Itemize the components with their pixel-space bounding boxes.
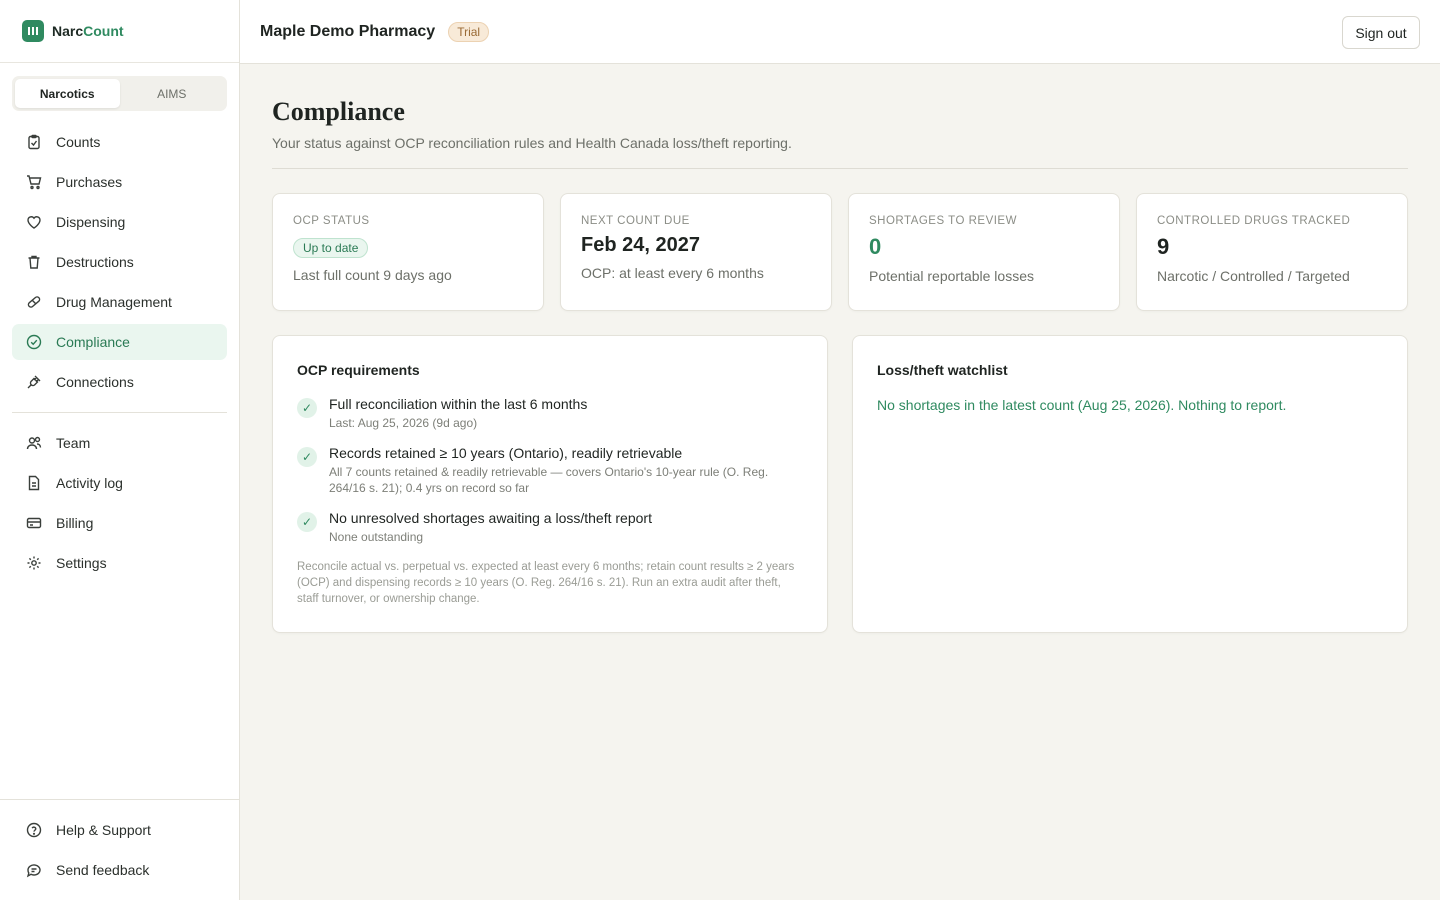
pill-icon xyxy=(24,292,44,312)
sidebar-item-billing[interactable]: Billing xyxy=(12,505,227,541)
sidebar-item-purchases[interactable]: Purchases xyxy=(12,164,227,200)
sign-out-button[interactable]: Sign out xyxy=(1342,16,1420,49)
check-circle-icon xyxy=(24,332,44,352)
main-nav: Counts Purchases Dispensing Destructions… xyxy=(12,124,227,404)
heart-icon xyxy=(24,212,44,232)
sidebar-item-label: Drug Management xyxy=(56,294,172,310)
footer-nav: Help & Support Send feedback xyxy=(12,812,227,892)
stat-cards: OCP STATUS Up to date Last full count 9 … xyxy=(272,193,1408,311)
logo-icon xyxy=(22,20,44,42)
sidebar: NarcCount Narcotics AIMS Counts Purchase… xyxy=(0,0,240,900)
ocp-requirements-panel: OCP requirements ✓ Full reconciliation w… xyxy=(272,335,828,633)
check-icon: ✓ xyxy=(297,512,317,532)
sidebar-item-activity-log[interactable]: Activity log xyxy=(12,465,227,501)
requirement-desc: Last: Aug 25, 2026 (9d ago) xyxy=(329,416,478,430)
sidebar-item-label: Connections xyxy=(56,374,134,390)
module-switcher: Narcotics AIMS xyxy=(12,76,227,111)
brand[interactable]: NarcCount xyxy=(0,0,239,63)
panel-title: Loss/theft watchlist xyxy=(877,362,1008,378)
sidebar-item-label: Activity log xyxy=(56,475,123,491)
top-header: Maple Demo Pharmacy Trial Sign out xyxy=(240,0,1440,64)
sidebar-item-label: Send feedback xyxy=(56,862,150,878)
sidebar-item-drug-management[interactable]: Drug Management xyxy=(12,284,227,320)
sidebar-item-feedback[interactable]: Send feedback xyxy=(12,852,227,888)
requirement-desc: None outstanding xyxy=(329,530,424,544)
brand-name: NarcCount xyxy=(52,23,124,39)
watchlist-message: No shortages in the latest count (Aug 25… xyxy=(877,397,1287,413)
panels: OCP requirements ✓ Full reconciliation w… xyxy=(272,335,1408,633)
stat-note: Potential reportable losses xyxy=(869,268,1034,284)
sidebar-item-compliance[interactable]: Compliance xyxy=(12,324,227,360)
sidebar-item-connections[interactable]: Connections xyxy=(12,364,227,400)
stat-value: Feb 24, 2027 xyxy=(581,234,700,256)
page-subtitle: Your status against OCP reconciliation r… xyxy=(272,135,792,151)
requirement-item: ✓ No unresolved shortages awaiting a los… xyxy=(297,510,803,545)
stat-label: CONTROLLED DRUGS TRACKED xyxy=(1157,215,1351,227)
sidebar-item-label: Purchases xyxy=(56,174,123,190)
main-content: Compliance Your status against OCP recon… xyxy=(272,64,1408,633)
sidebar-item-team[interactable]: Team xyxy=(12,425,227,461)
cart-icon xyxy=(24,172,44,192)
sidebar-item-label: Help & Support xyxy=(56,822,151,838)
plug-icon xyxy=(24,372,44,392)
stat-value: 0 xyxy=(869,234,882,259)
requirement-item: ✓ Records retained ≥ 10 years (Ontario),… xyxy=(297,445,803,496)
requirement-title: Records retained ≥ 10 years (Ontario), r… xyxy=(329,445,683,461)
stat-note: Narcotic / Controlled / Targeted xyxy=(1157,268,1350,284)
chat-icon xyxy=(24,860,44,880)
document-icon xyxy=(24,473,44,493)
sidebar-item-help[interactable]: Help & Support xyxy=(12,812,227,848)
gear-icon xyxy=(24,553,44,573)
requirement-title: Full reconciliation within the last 6 mo… xyxy=(329,396,588,412)
page-title: Compliance xyxy=(272,97,405,126)
stat-label: OCP STATUS xyxy=(293,215,370,227)
sidebar-item-destructions[interactable]: Destructions xyxy=(12,244,227,280)
users-icon xyxy=(24,433,44,453)
sidebar-item-label: Settings xyxy=(56,555,107,571)
panel-title: OCP requirements xyxy=(297,362,420,378)
stat-card-next-count: NEXT COUNT DUE Feb 24, 2027 OCP: at leas… xyxy=(560,193,832,311)
footer-divider xyxy=(0,799,240,800)
stat-card-shortages: SHORTAGES TO REVIEW 0 Potential reportab… xyxy=(848,193,1120,311)
stat-label: SHORTAGES TO REVIEW xyxy=(869,215,1017,227)
sidebar-item-dispensing[interactable]: Dispensing xyxy=(12,204,227,240)
stat-card-ocp-status: OCP STATUS Up to date Last full count 9 … xyxy=(272,193,544,311)
sidebar-item-label: Dispensing xyxy=(56,214,126,230)
sidebar-item-counts[interactable]: Counts xyxy=(12,124,227,160)
trial-badge: Trial xyxy=(448,21,490,42)
stat-value: 9 xyxy=(1157,234,1170,259)
segment-aims[interactable]: AIMS xyxy=(120,79,225,108)
clipboard-check-icon xyxy=(24,132,44,152)
org-name: Maple Demo Pharmacy xyxy=(260,22,436,40)
stat-note: Last full count 9 days ago xyxy=(293,267,452,283)
nav-divider xyxy=(12,412,227,413)
credit-card-icon xyxy=(24,513,44,533)
requirement-item: ✓ Full reconciliation within the last 6 … xyxy=(297,396,803,431)
divider xyxy=(272,168,1408,169)
check-icon: ✓ xyxy=(297,398,317,418)
requirements-footnote: Reconcile actual vs. perpetual vs. expec… xyxy=(297,561,795,605)
sidebar-item-label: Compliance xyxy=(56,334,130,350)
requirement-desc: All 7 counts retained & readily retrieva… xyxy=(329,465,769,495)
trash-icon xyxy=(24,252,44,272)
help-circle-icon xyxy=(24,820,44,840)
sidebar-item-label: Team xyxy=(56,435,91,451)
segment-narcotics[interactable]: Narcotics xyxy=(15,79,120,108)
sidebar-item-label: Billing xyxy=(56,515,94,531)
stat-card-drugs-tracked: CONTROLLED DRUGS TRACKED 9 Narcotic / Co… xyxy=(1136,193,1408,311)
check-icon: ✓ xyxy=(297,447,317,467)
status-badge: Up to date xyxy=(293,238,369,258)
admin-nav: Team Activity log Billing Settings xyxy=(12,425,227,585)
sidebar-item-label: Counts xyxy=(56,134,101,150)
loss-theft-watchlist-panel: Loss/theft watchlist No shortages in the… xyxy=(852,335,1408,633)
stat-note: OCP: at least every 6 months xyxy=(581,265,764,281)
stat-label: NEXT COUNT DUE xyxy=(581,215,690,227)
requirement-title: No unresolved shortages awaiting a loss/… xyxy=(329,510,652,526)
sidebar-item-label: Destructions xyxy=(56,254,134,270)
sidebar-item-settings[interactable]: Settings xyxy=(12,545,227,581)
